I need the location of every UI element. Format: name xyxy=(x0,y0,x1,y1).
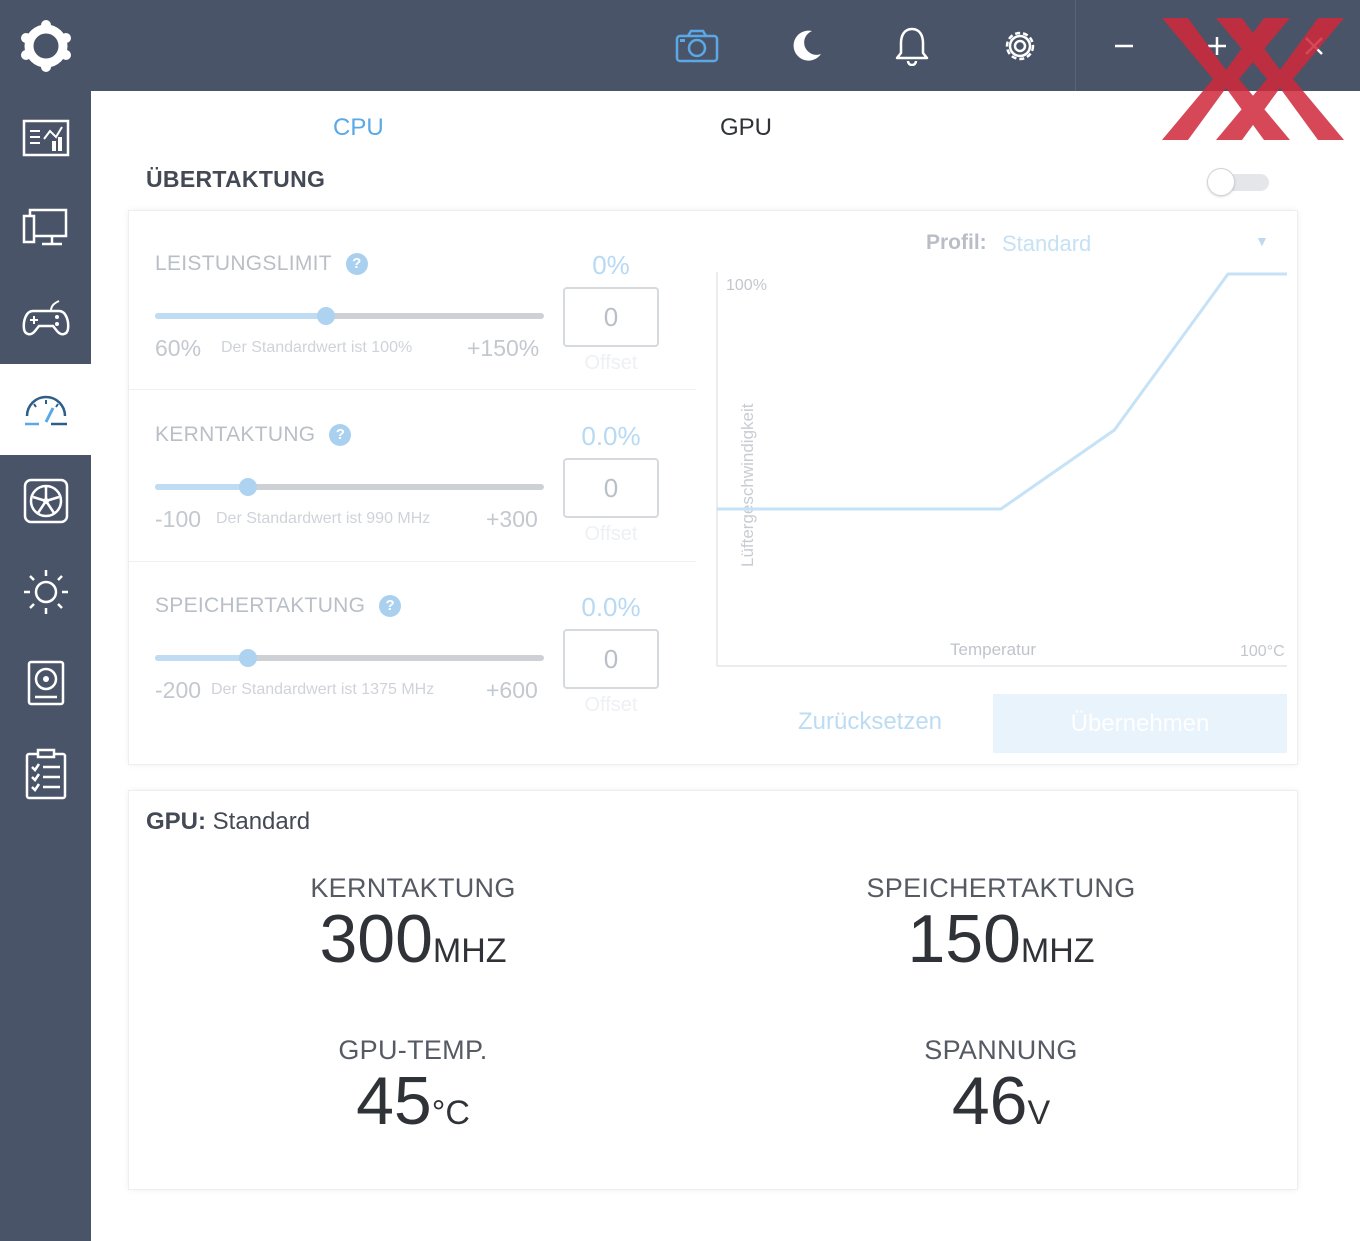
core-clock-label-text: KERNTAKTUNG xyxy=(155,423,316,446)
core-clock-label: KERNTAKTUNG? xyxy=(155,423,352,447)
tab-cpu[interactable]: CPU xyxy=(333,114,384,142)
voltage-stat-value: 46V xyxy=(801,1062,1201,1140)
overclocking-title: ÜBERTAKTUNG xyxy=(146,166,326,192)
fan-curve-line[interactable] xyxy=(717,272,1287,511)
bell-icon[interactable] xyxy=(888,22,936,70)
x-axis-title: Temperatur xyxy=(950,640,1036,659)
memory-clock-percent: 0.0% xyxy=(581,592,641,622)
power-limit-percent: 0% xyxy=(592,250,630,280)
offset-label: Offset xyxy=(584,523,638,545)
slider-min-label: -100 xyxy=(155,506,202,532)
core-clock-number: 300 xyxy=(319,901,433,977)
camera-icon[interactable] xyxy=(673,22,721,70)
fan-icon xyxy=(23,478,68,523)
app-logo-icon xyxy=(21,20,71,72)
speedometer-icon xyxy=(24,395,67,425)
tab-gpu[interactable]: GPU xyxy=(720,114,772,142)
sidebar-item-lighting[interactable] xyxy=(0,546,91,637)
watermark-logo xyxy=(1162,18,1344,140)
memory-clock-offset-input[interactable]: 0 xyxy=(563,629,659,689)
fan-curve-chart[interactable]: 100% Lüftergeschwindigkeit Temperatur 10… xyxy=(700,262,1300,682)
offset-label: Offset xyxy=(584,694,638,716)
sidebar-item-fan[interactable] xyxy=(0,455,91,546)
power-limit-label-text: LEISTUNGSLIMIT xyxy=(155,252,332,275)
sun-icon xyxy=(23,569,68,614)
slider-handle[interactable] xyxy=(239,649,258,667)
help-icon[interactable]: ? xyxy=(345,253,368,276)
memory-clock-label: SPEICHERTAKTUNG? xyxy=(155,594,402,618)
sidebar-item-storage[interactable] xyxy=(0,637,91,728)
slider-fill xyxy=(155,313,327,319)
slider-max-label: +150% xyxy=(467,335,540,361)
slider-handle[interactable] xyxy=(317,307,336,325)
help-icon[interactable]: ? xyxy=(329,424,352,447)
overclocking-toggle[interactable] xyxy=(1207,168,1269,196)
x-max-label: 100°C xyxy=(1240,643,1285,660)
slider-default-label: Der Standardwert ist 100% xyxy=(221,339,413,356)
gpu-profile-value: Standard xyxy=(212,808,311,835)
oc-row-power-limit: LEISTUNGSLIMIT? 0% 60% Der Standardwert … xyxy=(128,210,696,380)
core-clock-unit: MHZ xyxy=(432,932,507,970)
slider-fill xyxy=(155,484,249,490)
sidebar-item-checklist[interactable] xyxy=(0,728,91,819)
slider-max-label: +300 xyxy=(486,506,538,532)
memory-clock-stat-value: 150MHZ xyxy=(801,900,1201,978)
slider-max-label: +600 xyxy=(486,677,538,703)
power-limit-offset-input[interactable]: 0 xyxy=(563,287,659,347)
chevron-down-icon[interactable]: ▼ xyxy=(1255,233,1269,249)
sidebar-item-gaming[interactable] xyxy=(0,273,91,364)
gpu-temp-stat-value: 45°C xyxy=(213,1062,613,1140)
apply-button[interactable]: Übernehmen xyxy=(993,694,1287,753)
title-bar-divider xyxy=(1075,0,1076,91)
hard-drive-icon xyxy=(27,660,64,705)
gear-icon[interactable] xyxy=(996,22,1044,70)
slider-min-label: 60% xyxy=(155,335,202,361)
monitor-icon xyxy=(22,208,67,245)
core-clock-offset-input[interactable]: 0 xyxy=(563,458,659,518)
clipboard-icon xyxy=(25,748,66,799)
core-clock-slider[interactable] xyxy=(155,478,544,496)
gpu-profile-label: GPU: xyxy=(146,808,206,835)
power-limit-slider[interactable] xyxy=(155,307,544,325)
dashboard-icon xyxy=(22,119,69,156)
profile-label: Profil: xyxy=(926,231,987,254)
sidebar-item-dashboard[interactable] xyxy=(0,91,91,182)
reset-button[interactable]: Zurücksetzen xyxy=(778,708,962,736)
sidebar xyxy=(0,91,91,1241)
voltage-unit: V xyxy=(1027,1094,1051,1132)
slider-default-label: Der Standardwert ist 990 MHz xyxy=(216,510,431,527)
minimize-icon[interactable] xyxy=(1100,22,1148,70)
oc-row-core-clock: KERNTAKTUNG? 0.0% -100 Der Standardwert … xyxy=(128,381,696,551)
voltage-number: 46 xyxy=(951,1063,1028,1139)
oc-row-memory-clock: SPEICHERTAKTUNG? 0.0% -200 Der Standardw… xyxy=(128,552,696,722)
sidebar-item-system[interactable] xyxy=(0,182,91,273)
memory-clock-slider[interactable] xyxy=(155,649,544,667)
memory-clock-number: 150 xyxy=(907,901,1021,977)
memory-clock-label-text: SPEICHERTAKTUNG xyxy=(155,594,366,617)
y-axis-title: Lüftergeschwindigkeit xyxy=(738,403,757,567)
power-limit-label: LEISTUNGSLIMIT? xyxy=(155,252,368,276)
help-icon[interactable]: ? xyxy=(379,595,402,618)
memory-clock-unit: MHZ xyxy=(1020,932,1095,970)
moon-icon[interactable] xyxy=(782,22,830,70)
slider-default-label: Der Standardwert ist 1375 MHz xyxy=(211,681,435,698)
slider-fill xyxy=(155,655,249,661)
slider-handle[interactable] xyxy=(239,478,258,496)
gamepad-icon xyxy=(22,299,69,335)
core-clock-stat-value: 300MHZ xyxy=(213,900,613,978)
gpu-temp-unit: °C xyxy=(431,1094,470,1132)
slider-min-label: -200 xyxy=(155,677,202,703)
gpu-profile-title: GPU: Standard xyxy=(146,808,310,836)
gpu-temp-number: 45 xyxy=(356,1063,432,1139)
title-bar xyxy=(0,0,1360,91)
toggle-knob xyxy=(1207,168,1235,196)
y-max-label: 100% xyxy=(726,277,767,294)
sidebar-item-overclocking[interactable] xyxy=(0,364,91,455)
offset-label: Offset xyxy=(584,352,638,374)
core-clock-percent: 0.0% xyxy=(581,421,641,451)
profile-select[interactable]: Standard xyxy=(1002,231,1091,257)
